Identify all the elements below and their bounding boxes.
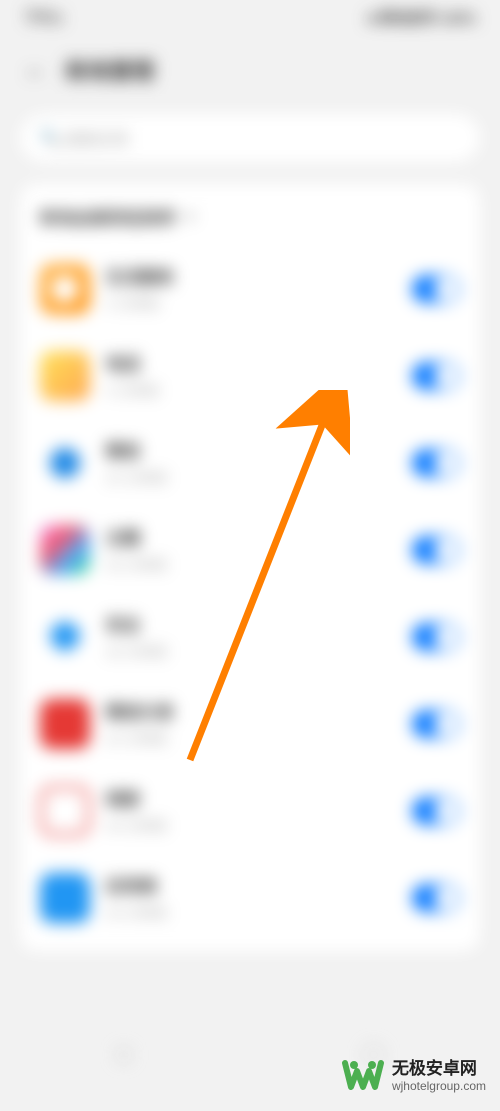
app-subtitle: 32 分钟前 bbox=[106, 729, 396, 749]
back-icon[interactable]: ← bbox=[24, 56, 48, 84]
app-icon bbox=[40, 351, 90, 401]
app-icon bbox=[40, 264, 90, 314]
app-row[interactable]: 主题 26 分钟前 bbox=[40, 506, 460, 593]
page-title: 耗电管理 bbox=[66, 54, 154, 86]
app-row[interactable]: 相册 40 分钟前 bbox=[40, 767, 460, 854]
sort-label: 耗电由高到低排序 bbox=[40, 204, 176, 229]
app-name: 电话 bbox=[106, 350, 396, 375]
app-name: 主题 bbox=[106, 524, 396, 549]
watermark-title: 无极安卓网 bbox=[392, 1059, 486, 1079]
app-icon bbox=[40, 438, 90, 488]
app-row[interactable]: 电话 5 分钟前 bbox=[40, 332, 460, 419]
app-icon bbox=[40, 612, 90, 662]
app-subtitle: 40 分钟前 bbox=[106, 816, 396, 836]
app-icon bbox=[40, 699, 90, 749]
app-subtitle: 26 分钟前 bbox=[106, 555, 396, 575]
app-row[interactable]: 微信 25 分钟前 bbox=[40, 419, 460, 506]
app-name: 相册 bbox=[106, 785, 396, 810]
app-name: 生活服务 bbox=[106, 263, 396, 288]
sort-dropdown[interactable]: 耗电由高到低排序 ▼ bbox=[40, 204, 460, 245]
app-subtitle: 25 分钟前 bbox=[106, 468, 396, 488]
app-toggle[interactable] bbox=[412, 275, 460, 303]
app-row[interactable]: 安全 28 分钟前 bbox=[40, 593, 460, 680]
search-input[interactable]: 🔍 搜索应用 bbox=[20, 114, 480, 162]
app-name: 微信分身 bbox=[106, 698, 396, 723]
search-icon: 🔍 bbox=[40, 128, 60, 148]
app-subtitle: 28 分钟前 bbox=[106, 642, 396, 662]
status-bar: 下午3: ■ 移动信号 100% bbox=[0, 0, 500, 36]
app-toggle[interactable] bbox=[412, 362, 460, 390]
app-name: 应用商 bbox=[106, 872, 396, 897]
app-toggle[interactable] bbox=[412, 884, 460, 912]
app-toggle[interactable] bbox=[412, 449, 460, 477]
app-subtitle: 5 分钟前 bbox=[106, 294, 396, 314]
search-placeholder: 搜索应用 bbox=[64, 126, 128, 150]
app-toggle[interactable] bbox=[412, 536, 460, 564]
watermark-logo-icon bbox=[342, 1055, 384, 1097]
status-left: 下午3: bbox=[24, 8, 64, 28]
app-name: 安全 bbox=[106, 611, 396, 636]
page-header: ← 耗电管理 bbox=[0, 36, 500, 104]
app-subtitle: 45 分钟前 bbox=[106, 903, 396, 923]
app-icon bbox=[40, 525, 90, 575]
app-toggle[interactable] bbox=[412, 797, 460, 825]
app-name: 微信 bbox=[106, 437, 396, 462]
nav-icon[interactable]: ◻ bbox=[115, 1041, 132, 1066]
chevron-down-icon: ▼ bbox=[184, 210, 196, 224]
app-icon bbox=[40, 786, 90, 836]
app-row[interactable]: 微信分身 32 分钟前 bbox=[40, 680, 460, 767]
app-subtitle: 5 分钟前 bbox=[106, 381, 396, 401]
app-toggle[interactable] bbox=[412, 710, 460, 738]
app-icon bbox=[40, 873, 90, 923]
app-row[interactable]: 应用商 45 分钟前 bbox=[40, 854, 460, 941]
app-row[interactable]: 生活服务 5 分钟前 bbox=[40, 245, 460, 332]
watermark: 无极安卓网 wjhotelgroup.com bbox=[342, 1055, 486, 1097]
watermark-url: wjhotelgroup.com bbox=[392, 1079, 486, 1093]
status-right: ■ 移动信号 100% bbox=[368, 8, 476, 28]
app-toggle[interactable] bbox=[412, 623, 460, 651]
app-list-card: 耗电由高到低排序 ▼ 生活服务 5 分钟前 电话 5 分钟前 微信 25 分钟前 bbox=[20, 184, 480, 951]
